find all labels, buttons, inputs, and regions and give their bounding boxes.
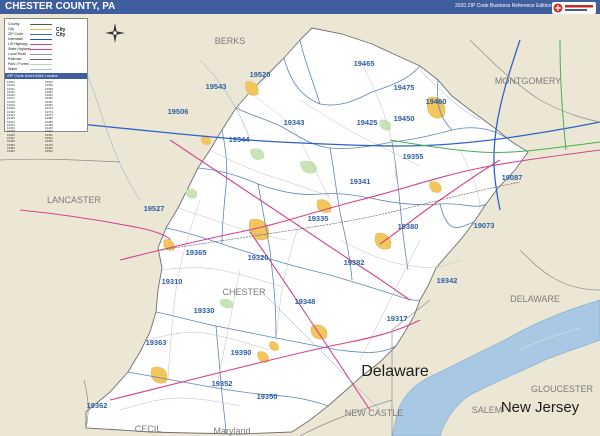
- zip-label: 19352: [211, 379, 233, 388]
- zip-label: 19310: [161, 277, 183, 286]
- legend-swatch: [30, 34, 52, 35]
- legend-label: Park / Forest: [8, 62, 29, 66]
- county-label: NEW CASTLE: [344, 408, 404, 418]
- edition-label: 2020 ZIP Code Business Reference Edition: [455, 3, 552, 9]
- zip-label: 19087: [501, 173, 523, 182]
- zip-label: 19390: [230, 348, 252, 357]
- zip-label: 19350: [256, 392, 278, 401]
- zip-label: 19363: [145, 338, 167, 347]
- legend-sample: City: [56, 32, 66, 38]
- title-bar: CHESTER COUNTY, PA 2020 ZIP Code Busines…: [0, 0, 600, 14]
- zip-label: 19543: [205, 82, 227, 91]
- zip-label: 19465: [353, 59, 375, 68]
- legend-label: Railroad: [8, 57, 22, 61]
- state-label: Delaware: [361, 363, 429, 380]
- zip-label: 19073: [473, 221, 495, 230]
- zip-label: 19380: [397, 222, 419, 231]
- county-label: BERKS: [214, 36, 246, 46]
- legend-panel: County City City ZIP Code City Interstate US H…: [4, 18, 88, 153]
- zip-label: 19348: [294, 297, 316, 306]
- zip-label: 19382: [343, 258, 365, 267]
- brand-logo: [552, 2, 596, 14]
- zip-label: 19475: [393, 83, 415, 92]
- legend-swatch: [30, 59, 52, 60]
- legend-label: City: [8, 27, 15, 31]
- zip-label: 19344: [228, 135, 250, 144]
- zip-label: 19342: [436, 276, 458, 285]
- zip-label: 19355: [402, 152, 424, 161]
- index-zip: 19352: [7, 150, 15, 154]
- legend-label: County: [8, 22, 20, 26]
- zip-label: 19341: [349, 177, 371, 186]
- index-zip: 19520: [45, 150, 53, 154]
- zip-label: 19317: [386, 314, 408, 323]
- legend-label: Water: [8, 67, 18, 71]
- legend-swatch: [30, 44, 52, 45]
- county-label: MONTGOMERY: [494, 76, 562, 86]
- zip-label: 19520: [249, 70, 271, 79]
- legend-label: US Highway: [8, 42, 28, 46]
- zip-label: 19320: [247, 253, 269, 262]
- legend-swatch: [30, 29, 52, 30]
- zip-index-list: 19301 19353 19310 19355 19311 19358 19312 19362…: [7, 81, 85, 154]
- legend-swatch: [30, 24, 52, 25]
- zip-label: 19362: [86, 401, 108, 410]
- county-label: GLOUCESTER: [530, 384, 594, 394]
- zip-label: 19335: [307, 214, 329, 223]
- legend-label: ZIP Code: [8, 32, 24, 36]
- legend-swatch: [30, 64, 52, 65]
- zip-label: 19506: [167, 107, 189, 116]
- legend-label: State Highway: [8, 47, 32, 51]
- county-label: Maryland: [213, 426, 251, 436]
- map-frame: CHESTER COUNTY, PA 2020 ZIP Code Busines…: [0, 0, 600, 436]
- zip-label: 19527: [143, 204, 165, 213]
- legend-swatch: [30, 54, 52, 55]
- index-row: 19352 19520: [7, 150, 85, 153]
- zip-label: 19460: [425, 97, 447, 106]
- legend-label: Local Road: [8, 52, 27, 56]
- county-label: CECIL: [134, 424, 162, 434]
- zip-label: 19330: [193, 306, 215, 315]
- county-label: LANCASTER: [46, 195, 102, 205]
- zip-label: 19450: [393, 114, 415, 123]
- zip-label: 19425: [356, 118, 378, 127]
- county-label: CHESTER: [222, 287, 266, 297]
- legend-swatch: [30, 39, 52, 40]
- county-label: SALEM: [471, 405, 503, 415]
- county-label: DELAWARE: [510, 294, 560, 304]
- state-label: New Jersey: [500, 398, 580, 416]
- map-title: CHESTER COUNTY, PA: [5, 1, 116, 12]
- legend-swatch: [30, 69, 52, 70]
- legend-swatch: [30, 49, 52, 50]
- index-heading: ZIP Code Index/Grid Locator: [5, 73, 87, 79]
- north-arrow: [105, 23, 125, 43]
- legend-label: Interstate: [8, 37, 23, 41]
- zip-label: 19343: [283, 118, 305, 127]
- zip-label: 19365: [185, 248, 207, 257]
